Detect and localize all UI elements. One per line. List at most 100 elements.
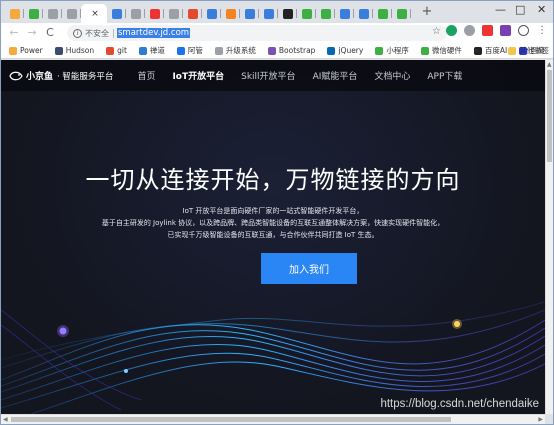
forward-button[interactable]: → bbox=[25, 26, 39, 40]
minimize-button[interactable]: — bbox=[495, 3, 506, 16]
info-icon[interactable]: i bbox=[73, 28, 82, 38]
tab-favicon-icon bbox=[168, 8, 179, 19]
nav-item[interactable]: APP下载 bbox=[427, 69, 462, 82]
tab-favicon-icon bbox=[47, 8, 58, 19]
tab-strip: × + bbox=[1, 1, 553, 23]
horizontal-scrollbar[interactable]: ◀ ▶ bbox=[1, 414, 545, 424]
bookmark-favicon-icon bbox=[138, 46, 147, 55]
browser-toolbar: ← → C i 不安全 smartdev.jd.com ☆ ⋮ bbox=[1, 23, 553, 43]
extension-icon[interactable] bbox=[464, 25, 475, 36]
scroll-right-icon[interactable]: ▶ bbox=[538, 416, 543, 423]
browser-tab[interactable] bbox=[202, 4, 221, 23]
scroll-up-icon[interactable]: ▲ bbox=[547, 61, 552, 68]
maximize-button[interactable]: □ bbox=[515, 3, 525, 16]
bookmark-label: 阿管 bbox=[187, 46, 203, 55]
horizontal-scroll-thumb[interactable] bbox=[11, 417, 451, 422]
close-window-button[interactable]: ✕ bbox=[537, 3, 546, 16]
back-button[interactable]: ← bbox=[7, 26, 21, 40]
browser-tab[interactable] bbox=[126, 4, 145, 23]
nav-item[interactable]: AI赋能平台 bbox=[313, 69, 358, 82]
fish-logo-icon bbox=[9, 71, 23, 80]
bookmark-label: jQuery bbox=[338, 46, 364, 55]
hero-description-line: IoT 开放平台是面向硬件厂家的一站式智能硬件开发平台， bbox=[182, 207, 364, 215]
tab-favicon-icon bbox=[263, 8, 274, 19]
bookmark-item[interactable]: Hudson bbox=[54, 46, 95, 55]
browser-tab[interactable] bbox=[43, 4, 62, 23]
browser-tab[interactable] bbox=[297, 4, 316, 23]
bookmark-label: 禅道 bbox=[149, 46, 165, 55]
bookmarks-overflow-button[interactable]: » bbox=[474, 46, 479, 55]
new-tab-button[interactable]: + bbox=[419, 5, 435, 21]
tab-close-icon[interactable]: × bbox=[91, 9, 99, 19]
browser-tab[interactable] bbox=[373, 4, 392, 23]
bookmark-favicon-icon bbox=[54, 46, 63, 55]
nav-item[interactable]: 首页 bbox=[137, 69, 155, 82]
menu-icon[interactable]: ⋮ bbox=[537, 25, 547, 36]
bookmark-item[interactable]: 升级系统 bbox=[214, 45, 256, 56]
bookmark-item[interactable]: 微信硬件 bbox=[420, 45, 462, 56]
url-text[interactable]: smartdev.jd.com bbox=[117, 28, 191, 38]
extension-icon[interactable] bbox=[482, 25, 493, 36]
logo-subtitle-text: 智能服务平台 bbox=[62, 71, 114, 82]
active-tab[interactable]: × bbox=[81, 4, 107, 23]
bookmark-label: git bbox=[117, 46, 127, 55]
hero-description-line: 基于自主研发的 Joylink 协议，以及跨品牌、跨品类智能设备的互联互通整体解… bbox=[101, 219, 445, 227]
nav-item[interactable]: Skill开放平台 bbox=[241, 69, 295, 82]
bookmark-label: 升级系统 bbox=[225, 46, 256, 55]
extension-icon[interactable] bbox=[500, 25, 511, 36]
browser-tab[interactable] bbox=[335, 4, 354, 23]
address-bar[interactable]: i 不安全 smartdev.jd.com ☆ bbox=[67, 25, 447, 41]
reload-button[interactable]: C bbox=[43, 26, 57, 40]
extension-icon[interactable] bbox=[446, 25, 457, 36]
nav-item[interactable]: 文档中心 bbox=[374, 69, 410, 82]
folder-icon bbox=[508, 46, 516, 55]
other-bookmarks-folder[interactable]: 其他书签 bbox=[508, 45, 549, 56]
bookmark-favicon-icon bbox=[176, 46, 185, 55]
browser-tab[interactable] bbox=[316, 4, 335, 23]
bookmark-item[interactable]: 阿管 bbox=[176, 45, 203, 56]
logo-name: 小京鱼 bbox=[26, 72, 54, 82]
browser-tab[interactable] bbox=[164, 4, 183, 23]
bookmark-item[interactable]: jQuery bbox=[327, 46, 363, 55]
bookmark-item[interactable]: Bootstrap bbox=[267, 46, 315, 55]
browser-tab[interactable] bbox=[62, 4, 81, 23]
tab-favicon-icon bbox=[244, 8, 255, 19]
watermark: https://blog.csdn.net/chendaike bbox=[380, 398, 539, 410]
bookmark-favicon-icon bbox=[375, 46, 384, 55]
tab-favicon-icon bbox=[339, 8, 350, 19]
tab-favicon-icon bbox=[149, 8, 160, 19]
join-us-button[interactable]: 加入我们 bbox=[261, 253, 357, 284]
glow-dot bbox=[124, 369, 128, 373]
browser-tab[interactable] bbox=[5, 4, 24, 23]
browser-tab[interactable] bbox=[24, 4, 43, 23]
bookmark-item[interactable]: Power bbox=[9, 46, 43, 55]
browser-tab[interactable] bbox=[354, 4, 373, 23]
bookmark-favicon-icon bbox=[106, 46, 115, 55]
nav-item[interactable]: IoT开放平台 bbox=[172, 69, 224, 82]
profile-avatar-icon[interactable] bbox=[518, 25, 529, 36]
browser-tab[interactable] bbox=[145, 4, 164, 23]
bookmark-item[interactable]: 禅道 bbox=[138, 45, 165, 56]
bookmark-item[interactable]: git bbox=[106, 46, 127, 55]
bookmark-label: 小程序 bbox=[386, 46, 409, 55]
security-label[interactable]: 不安全 bbox=[85, 28, 109, 39]
browser-tab[interactable] bbox=[221, 4, 240, 23]
browser-tab[interactable] bbox=[259, 4, 278, 23]
browser-tab[interactable] bbox=[240, 4, 259, 23]
vertical-scroll-thumb[interactable] bbox=[547, 70, 552, 162]
tab-favicon-icon bbox=[9, 8, 20, 19]
bookmark-label: Hudson bbox=[65, 46, 95, 55]
vertical-scrollbar[interactable]: ▲ bbox=[545, 60, 553, 414]
bookmark-favicon-icon bbox=[214, 46, 223, 55]
scroll-left-icon[interactable]: ◀ bbox=[3, 416, 8, 423]
tab-favicon-icon bbox=[377, 8, 388, 19]
browser-tab[interactable] bbox=[107, 4, 126, 23]
bookmark-label: Power bbox=[20, 46, 43, 55]
browser-tab[interactable] bbox=[183, 4, 202, 23]
bookmark-item[interactable]: 小程序 bbox=[375, 45, 409, 56]
hero-description-line: 已实现千万级智能设备的互联互通，与合作伙伴共同打造 IoT 生态。 bbox=[167, 231, 379, 239]
browser-tab[interactable] bbox=[278, 4, 297, 23]
tab-favicon-icon bbox=[301, 8, 312, 19]
browser-tab[interactable] bbox=[392, 4, 411, 23]
site-logo[interactable]: 小京鱼 · 智能服务平台 bbox=[9, 69, 113, 82]
